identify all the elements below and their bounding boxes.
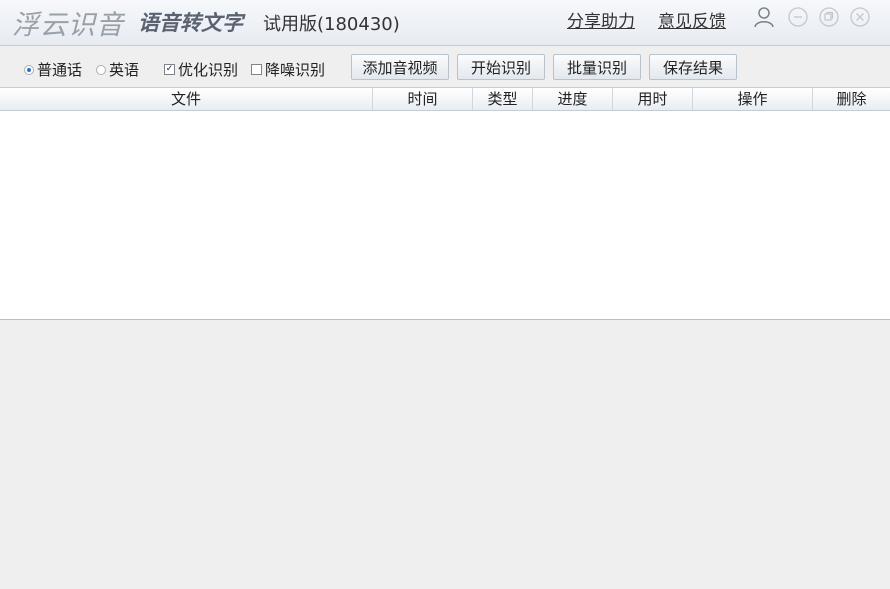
column-header-action[interactable]: 操作	[693, 88, 813, 110]
checkbox-optimize-box[interactable]: ✓	[164, 64, 175, 75]
column-header-duration[interactable]: 用时	[613, 88, 693, 110]
checkbox-denoise-box[interactable]	[251, 64, 262, 75]
radio-mandarin-indicator[interactable]	[24, 64, 34, 75]
title-bar: 浮云识音 语音转文字 试用版(180430) 分享助力 意见反馈	[0, 0, 890, 46]
table-body[interactable]	[0, 111, 890, 318]
radio-english-indicator[interactable]	[96, 64, 106, 75]
maximize-icon[interactable]	[819, 7, 839, 27]
checkbox-denoise[interactable]: 降噪识别	[251, 59, 325, 80]
radio-mandarin[interactable]: 普通话	[24, 59, 82, 80]
column-header-file[interactable]: 文件	[0, 88, 373, 110]
batch-recognition-button[interactable]: 批量识别	[553, 54, 641, 80]
column-header-type[interactable]: 类型	[473, 88, 533, 110]
column-header-delete[interactable]: 删除	[813, 88, 890, 110]
column-header-time[interactable]: 时间	[373, 88, 473, 110]
feedback-link[interactable]: 意见反馈	[658, 7, 726, 32]
share-link[interactable]: 分享助力	[567, 7, 635, 32]
save-results-button[interactable]: 保存结果	[649, 54, 737, 80]
radio-mandarin-label: 普通话	[37, 61, 83, 79]
checkbox-optimize-label: 优化识别	[178, 61, 239, 79]
radio-english[interactable]: 英语	[96, 59, 139, 80]
app-logo-text: 浮云识音	[12, 10, 124, 41]
column-header-progress[interactable]: 进度	[533, 88, 613, 110]
start-recognition-button[interactable]: 开始识别	[457, 54, 545, 80]
user-icon[interactable]	[753, 6, 775, 28]
app-subtitle: 语音转文字	[138, 10, 243, 35]
radio-english-label: 英语	[109, 61, 140, 79]
version-label: 试用版(180430)	[263, 14, 400, 35]
minimize-icon[interactable]	[788, 7, 808, 27]
toolbar: 普通话 英语 ✓ 优化识别 降噪识别 添加音视频 开始识别 批量识别 保存结果	[0, 46, 890, 87]
add-media-button[interactable]: 添加音视频	[351, 54, 449, 80]
table-header: 文件 时间 类型 进度 用时 操作 删除	[0, 87, 890, 111]
file-table: 文件 时间 类型 进度 用时 操作 删除	[0, 87, 890, 320]
close-icon[interactable]	[850, 7, 870, 27]
checkbox-denoise-label: 降噪识别	[265, 61, 326, 79]
checkbox-optimize[interactable]: ✓ 优化识别	[164, 59, 238, 80]
log-area	[0, 320, 890, 589]
